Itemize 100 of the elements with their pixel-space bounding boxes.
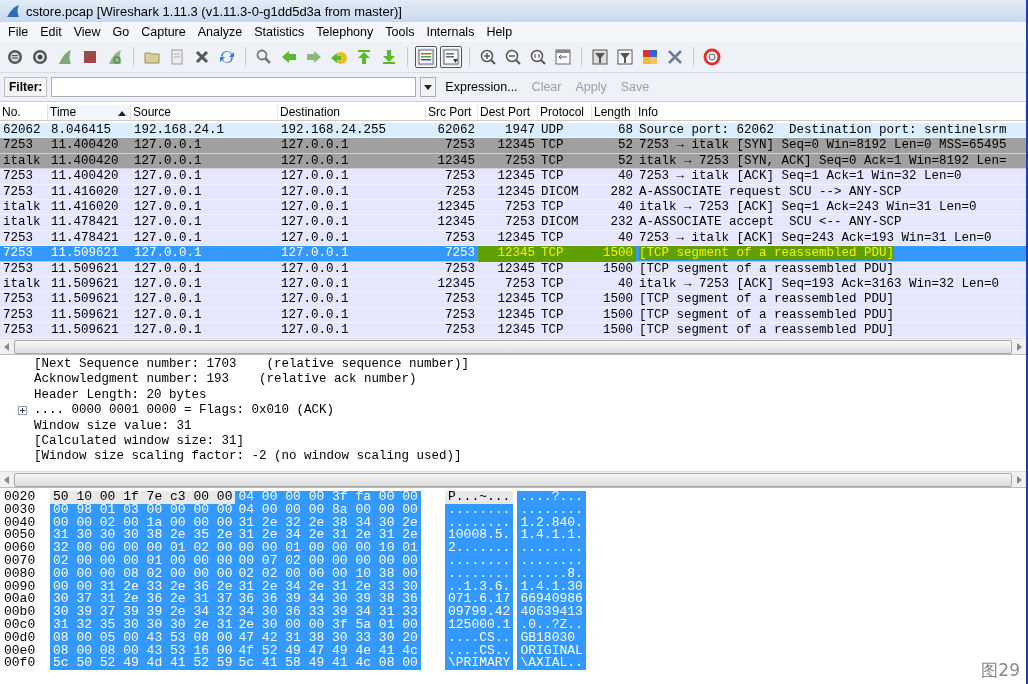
table-cell-text: 12345 — [496, 307, 536, 324]
detail-line[interactable]: Header Length: 20 bytes — [34, 387, 207, 404]
table-cell-text: 127.0.0.1 — [133, 153, 203, 170]
detail-line[interactable]: .... 0000 0001 0000 = Flags: 0x010 (ACK) — [34, 403, 335, 419]
table-cell-text: 127.0.0.1 — [133, 323, 203, 338]
hex-bytes: 00 00 01 00 00 00 10 01 — [235, 542, 421, 555]
expand-icon[interactable] — [18, 406, 27, 416]
table-cell-text: 12345 — [496, 169, 536, 185]
table-cell-text: 11.400420 — [50, 138, 120, 154]
table-cell-text: 7253 — [504, 199, 536, 216]
packet-row[interactable]: italk 11.478421 127.0.0.1 127.0.0.1 12345 7253 DICOM 232 A-ASSOCIATE accept SCU <-- ANY-SCP — [0, 215, 1026, 231]
table-cell-text: 127.0.0.1 — [133, 215, 203, 231]
column-header[interactable]: Length — [592, 105, 636, 120]
toolbar-button[interactable] — [589, 46, 611, 68]
table-cell-text: [TCP segment of a reassembled PDU] — [638, 307, 896, 324]
dropdown-button[interactable] — [420, 77, 437, 97]
menu-item[interactable]: Analyze — [191, 25, 249, 39]
ascii-bytes: 66940986 — [517, 593, 586, 607]
horizontal-scrollbar[interactable] — [0, 338, 1026, 354]
table-cell-text: 7253 — [504, 153, 536, 170]
menu-item[interactable]: Help — [480, 25, 519, 39]
table-cell-text: 12345 — [496, 292, 536, 308]
detail-line[interactable]: Acknowledgment number: 193 (relative ack number) — [34, 372, 417, 388]
column-header[interactable]: Info — [636, 105, 1026, 120]
byte-offset: 0080 — [4, 567, 37, 581]
document-icon — [168, 48, 186, 66]
column-header[interactable]: Time — [48, 105, 131, 120]
column-header[interactable]: Src Port — [426, 105, 478, 120]
menu-item[interactable]: Internals — [420, 25, 481, 39]
zoom-icon — [529, 48, 547, 66]
menu-item[interactable]: Statistics — [248, 25, 311, 39]
table-cell-text: DICOM — [540, 215, 580, 231]
table-cell-text: italk → 7253 [SYN, ACK] Seq=0 Ack=1 Win=8192 Len= — [638, 153, 1008, 170]
toolbar-button[interactable] — [701, 46, 723, 68]
menu-item[interactable]: Capture — [135, 25, 192, 39]
byte-offset: 0040 — [4, 516, 37, 530]
table-cell-text: 11.509621 — [50, 246, 120, 262]
table-cell-text: 127.0.0.1 — [280, 230, 350, 247]
column-header[interactable]: Source — [131, 105, 278, 120]
radio-icon — [31, 48, 49, 66]
hex-bytes: 04 00 00 00 3f fa 00 00 — [235, 491, 421, 504]
filter-action-button[interactable]: Expression... — [440, 78, 523, 96]
byte-offset: 00c0 — [4, 618, 37, 632]
detail-line[interactable]: [Next Sequence number: 1703 (relative sequence number)] — [34, 357, 470, 373]
filter-field[interactable] — [51, 77, 417, 97]
column-header[interactable]: Destination — [278, 105, 426, 120]
menu-item[interactable]: Telephony — [310, 25, 380, 39]
packet-row[interactable]: 7253 11.400420 127.0.0.1 127.0.0.1 7253 12345 TCP 40 7253 → italk [ACK] Seq=1 Ack=1 Win=32 Len=0 — [0, 169, 1026, 185]
caret-icon — [424, 84, 433, 90]
table-cell-text: 7253 — [2, 261, 34, 277]
packet-row[interactable]: 7253 11.509621 127.0.0.1 127.0.0.1 7253 12345 TCP 1500 [TCP segment of a reassembled PDU] — [0, 292, 1026, 308]
menu-item[interactable]: File — [2, 25, 35, 39]
table-cell-text: 127.0.0.1 — [133, 199, 203, 216]
colored-lines-icon — [417, 48, 435, 66]
column-header[interactable]: Dest Port — [478, 105, 538, 120]
hex-bytes: 31 2e 34 2e 31 2e 31 2e — [235, 529, 421, 543]
shark-fin-icon — [56, 48, 74, 66]
byte-offset: 00f0 — [4, 657, 37, 671]
table-cell-text: 11.509621 — [50, 276, 120, 293]
table-cell-text: 7253 — [444, 261, 476, 277]
byte-offset: 00d0 — [4, 631, 37, 645]
packet-row[interactable]: 7253 11.400420 127.0.0.1 127.0.0.1 7253 12345 TCP 52 7253 → italk [SYN] Seq=0 Win=8192 Len=0 MSS=65495 — [0, 138, 1026, 154]
ascii-bytes: 071.6.17 — [445, 593, 514, 607]
toolbar-button[interactable] — [440, 46, 462, 68]
table-cell-text: TCP — [540, 276, 565, 293]
table-cell-text: italk — [2, 153, 42, 170]
table-cell-text: 7253 — [2, 307, 34, 324]
table-cell-text: 52 — [617, 153, 634, 170]
detail-line[interactable]: [Window size scaling factor: -2 (no window scaling used)] — [34, 449, 462, 465]
menu-item[interactable]: View — [67, 25, 107, 39]
filter-label[interactable]: Filter: — [4, 77, 48, 97]
table-cell-text: 12345 — [496, 184, 536, 200]
table-cell-text: 7253 — [444, 246, 476, 262]
packet-row[interactable]: 7253 11.509621 127.0.0.1 127.0.0.1 7253 12345 TCP 1500 [TCP segment of a reassembled PDU] — [0, 323, 1026, 338]
horizontal-scrollbar[interactable] — [0, 471, 1026, 487]
reload-icon — [218, 48, 236, 66]
toolbar-button[interactable] — [614, 46, 636, 68]
table-cell-text: 40 — [617, 169, 634, 185]
table-cell-text: 1500 — [602, 292, 634, 308]
table-cell-text: 12345 — [436, 215, 476, 231]
search-icon — [255, 48, 273, 66]
table-cell-text: 40 — [617, 276, 634, 293]
menu-item[interactable]: Edit — [34, 25, 68, 39]
table-cell-text: 127.0.0.1 — [133, 138, 203, 154]
table-cell-text: UDP — [540, 123, 565, 139]
menu-item[interactable]: Go — [106, 25, 136, 39]
shark-fin-icon — [106, 48, 124, 66]
detail-line[interactable]: [Calculated window size: 31] — [34, 433, 245, 450]
detail-line[interactable]: Window size value: 31 — [34, 418, 192, 434]
menu-item[interactable]: Tools — [379, 25, 421, 39]
lifebuoy-icon — [703, 48, 721, 66]
toolbar-button[interactable] — [415, 46, 437, 68]
byte-offset: 00a0 — [4, 593, 37, 607]
filter-icon — [616, 48, 634, 66]
table-cell-text: 7253 → italk [SYN] Seq=0 Win=8192 Len=0 MSS=65495 — [638, 138, 1008, 154]
table-cell-text: 7253 — [444, 169, 476, 185]
table-cell-text: 7253 — [2, 184, 34, 200]
table-cell-text: 1500 — [602, 307, 634, 324]
column-header[interactable]: Protocol — [538, 105, 592, 120]
packet-row[interactable]: 62062 8.046415 192.168.24.1 192.168.24.255 62062 1947 UDP 68 Source port: 62062 Destination port: sentinelsrm — [0, 123, 1026, 139]
